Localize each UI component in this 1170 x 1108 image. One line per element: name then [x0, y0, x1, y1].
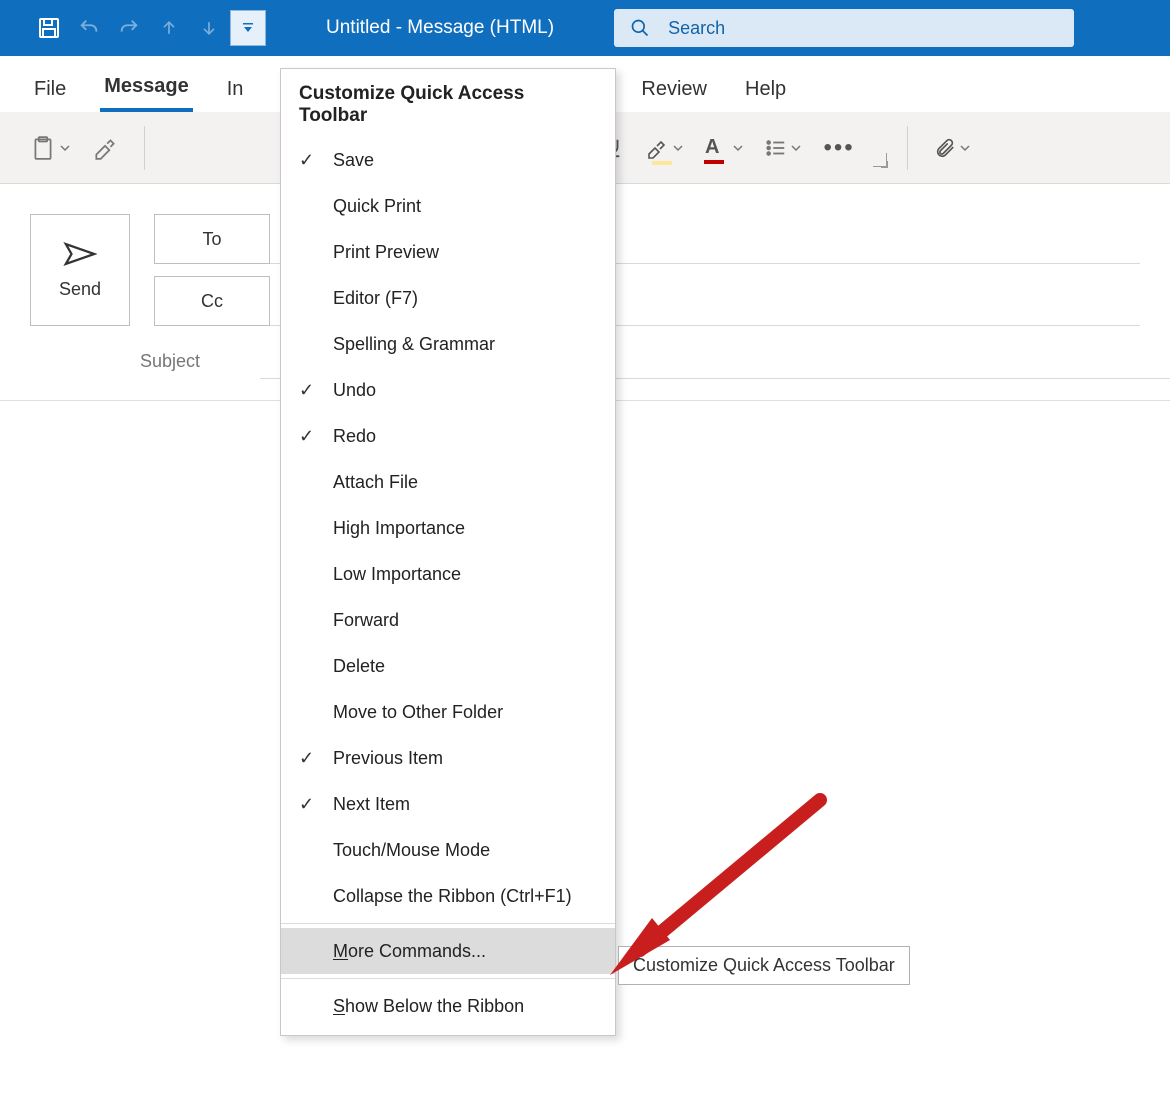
customize-qat-menu: Customize Quick Access Toolbar ✓ Save Qu… [280, 68, 616, 1036]
menu-item-show-below-ribbon[interactable]: Show Below the Ribbon [281, 983, 615, 1029]
format-painter-button[interactable] [86, 126, 124, 170]
more-commands-button[interactable]: ••• [817, 126, 860, 170]
menu-item-delete[interactable]: Delete [281, 643, 615, 689]
tab-message[interactable]: Message [100, 69, 193, 112]
highlight-button[interactable] [639, 126, 689, 170]
search-icon [630, 18, 650, 38]
menu-item-print-preview[interactable]: Print Preview [281, 229, 615, 275]
menu-item-collapse-ribbon[interactable]: Collapse the Ribbon (Ctrl+F1) [281, 873, 615, 919]
tab-review[interactable]: Review [637, 72, 711, 111]
window-title: Untitled - Message (HTML) [326, 17, 554, 39]
save-icon[interactable] [30, 10, 68, 46]
tooltip: Customize Quick Access Toolbar [618, 946, 910, 985]
menu-item-editor[interactable]: Editor (F7) [281, 275, 615, 321]
font-color-button[interactable]: A [699, 126, 749, 170]
menu-item-more-commands[interactable]: More Commands... [281, 928, 615, 974]
menu-item-spelling[interactable]: Spelling & Grammar [281, 321, 615, 367]
redo-icon[interactable] [110, 10, 148, 46]
send-icon [63, 241, 97, 267]
ribbon-separator [907, 126, 908, 170]
menu-item-save[interactable]: ✓ Save [281, 137, 615, 183]
title-bar: Untitled - Message (HTML) [0, 0, 1170, 56]
menu-item-redo[interactable]: ✓ Redo [281, 413, 615, 459]
menu-item-previous[interactable]: ✓ Previous Item [281, 735, 615, 781]
check-icon: ✓ [299, 748, 333, 769]
quick-access-toolbar [30, 10, 266, 46]
check-icon: ✓ [299, 426, 333, 447]
menu-item-next[interactable]: ✓ Next Item [281, 781, 615, 827]
menu-item-low-importance[interactable]: Low Importance [281, 551, 615, 597]
next-item-icon[interactable] [190, 10, 228, 46]
check-icon: ✓ [299, 150, 333, 171]
menu-item-high-importance[interactable]: High Importance [281, 505, 615, 551]
chevron-down-icon [60, 143, 70, 153]
tab-partial[interactable]: In [223, 72, 248, 111]
search-input[interactable] [666, 17, 1058, 40]
cc-button[interactable]: Cc [154, 276, 270, 326]
undo-icon[interactable] [70, 10, 108, 46]
tab-file[interactable]: File [30, 72, 70, 111]
menu-separator [281, 978, 615, 979]
ribbon-separator [144, 126, 145, 170]
menu-item-move[interactable]: Move to Other Folder [281, 689, 615, 735]
dialog-launcher-icon[interactable] [873, 153, 887, 167]
menu-item-attach-file[interactable]: Attach File [281, 459, 615, 505]
menu-item-touch-mouse[interactable]: Touch/Mouse Mode [281, 827, 615, 873]
previous-item-icon[interactable] [150, 10, 188, 46]
to-button[interactable]: To [154, 214, 270, 264]
customize-qat-dropdown[interactable] [230, 10, 266, 46]
menu-header: Customize Quick Access Toolbar [281, 69, 615, 137]
search-box[interactable] [614, 9, 1074, 47]
tab-help[interactable]: Help [741, 72, 790, 111]
subject-label: Subject [140, 351, 240, 372]
paste-button[interactable] [24, 126, 76, 170]
send-button[interactable]: Send [30, 214, 130, 326]
send-label: Send [59, 279, 101, 300]
menu-item-quick-print[interactable]: Quick Print [281, 183, 615, 229]
bullets-button[interactable] [759, 126, 807, 170]
menu-item-undo[interactable]: ✓ Undo [281, 367, 615, 413]
menu-item-forward[interactable]: Forward [281, 597, 615, 643]
attach-file-button[interactable] [928, 126, 976, 170]
check-icon: ✓ [299, 794, 333, 815]
menu-separator [281, 923, 615, 924]
check-icon: ✓ [299, 380, 333, 401]
